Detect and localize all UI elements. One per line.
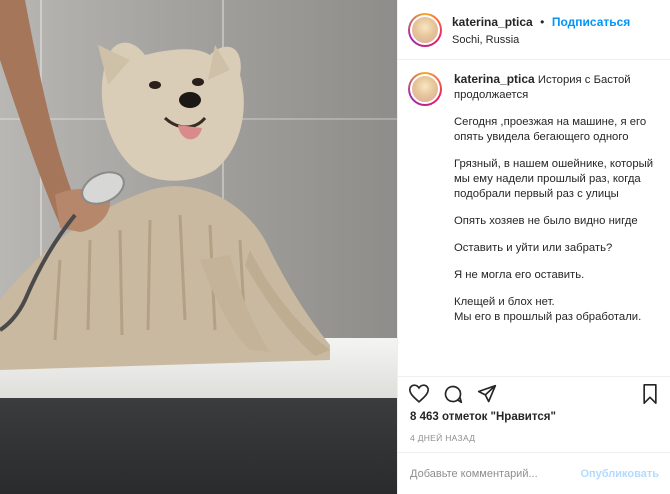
caption-username-link[interactable]: katerina_ptica bbox=[454, 72, 535, 86]
follow-button[interactable]: Подписаться bbox=[552, 15, 630, 29]
avatar[interactable] bbox=[408, 72, 442, 106]
heart-icon[interactable] bbox=[408, 383, 430, 405]
avatar-image bbox=[410, 14, 440, 45]
post-photo[interactable] bbox=[0, 0, 397, 494]
caption-text: katerina_ptica История с Бастой продолжа… bbox=[454, 72, 654, 376]
caption-paragraph: Сегодня ,проезжая на машине, я его опять… bbox=[454, 116, 647, 143]
comment-input[interactable] bbox=[410, 467, 581, 480]
comment-icon[interactable] bbox=[442, 383, 464, 405]
location-link[interactable]: Sochi, Russia bbox=[452, 34, 630, 46]
action-bar bbox=[398, 376, 670, 410]
post-header: katerina_ptica • Подписаться Sochi, Russ… bbox=[398, 0, 670, 60]
caption-paragraph: Клещей и блох нет. bbox=[454, 296, 555, 308]
comment-bar: Опубликовать bbox=[398, 452, 670, 494]
publish-button[interactable]: Опубликовать bbox=[580, 468, 659, 480]
caption-paragraph: Оставить и уйти или забрать? bbox=[454, 242, 613, 254]
separator-dot: • bbox=[540, 15, 545, 29]
caption-paragraph: Мы его в прошлый раз обработали. bbox=[454, 311, 642, 323]
likes-count[interactable]: 8 463 отметок "Нравится" bbox=[410, 411, 556, 423]
caption-section: katerina_ptica История с Бастой продолжа… bbox=[398, 60, 670, 376]
post-sidebar: katerina_ptica • Подписаться Sochi, Russ… bbox=[397, 0, 670, 494]
post-header-meta: katerina_ptica • Подписаться Sochi, Russ… bbox=[452, 13, 630, 46]
bookmark-icon[interactable] bbox=[639, 383, 661, 405]
share-icon[interactable] bbox=[476, 383, 498, 405]
avatar[interactable] bbox=[408, 12, 442, 47]
caption-paragraph: Опять хозяев не было видно нигде bbox=[454, 215, 638, 227]
username-link[interactable]: katerina_ptica bbox=[452, 15, 533, 29]
post-timestamp[interactable]: 4 ДНЕЙ НАЗАД bbox=[410, 433, 475, 443]
shower-hand bbox=[0, 0, 125, 332]
caption-paragraph: Я не могла его оставить. bbox=[454, 269, 585, 281]
avatar-image bbox=[410, 74, 440, 104]
caption-paragraph: Грязный, в нашем ошейнике, который мы ем… bbox=[454, 158, 654, 200]
